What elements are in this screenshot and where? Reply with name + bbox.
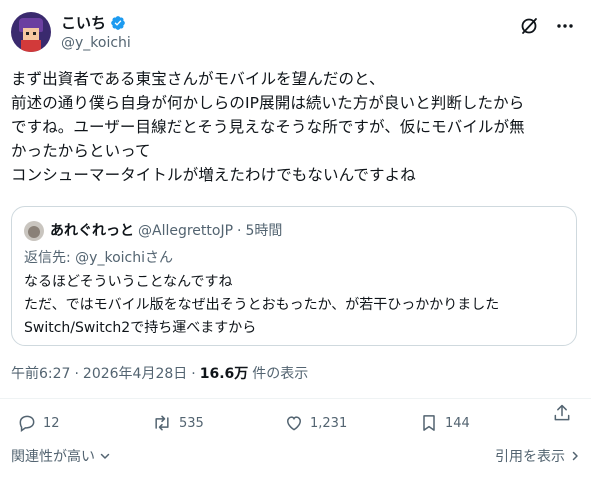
quote-reply-context: 返信先: @y_koichiさん (24, 248, 173, 268)
share-icon (554, 404, 570, 421)
quote-author-name: あれぐれっと (50, 223, 134, 239)
quote-author-handle: @AllegrettoJP (138, 223, 234, 239)
chevron-right-icon (572, 451, 578, 461)
view-count: 16.6万 (199, 366, 249, 382)
share-button[interactable] (552, 403, 572, 423)
avatar-eye (33, 32, 36, 35)
reply-button[interactable]: 12 (17, 413, 60, 433)
quote-reply-suffix: さん (144, 250, 173, 266)
author-display-name[interactable]: こいち (61, 14, 106, 32)
quote-reply-prefix: 返信先: (24, 250, 76, 266)
bookmark-button[interactable]: 144 (419, 413, 470, 433)
author-name-row: こいち (61, 14, 126, 32)
author-handle[interactable]: @y_koichi (61, 34, 131, 52)
bookmark-count: 144 (445, 415, 470, 431)
like-button[interactable]: 1,231 (284, 413, 347, 433)
chevron-down-icon (100, 453, 110, 459)
quote-avatar-figure (28, 226, 40, 238)
view-label: 件の表示 (252, 366, 309, 382)
divider (0, 398, 591, 399)
meta-separator: · (74, 366, 79, 382)
quoted-tweet[interactable]: あれぐれっと @AllegrettoJP · 5時間 返信先: @y_koich… (11, 206, 577, 346)
quote-text: なるほどそういうことなんですね ただ、ではモバイル版をなぜ出そうとおもったか、が… (24, 274, 500, 336)
grok-icon[interactable] (519, 16, 539, 36)
bookmark-icon (423, 415, 435, 431)
like-icon (286, 416, 302, 431)
quote-author-avatar (24, 221, 44, 241)
tweet-meta: 午前6:27 · 2026年4月28日 · 16.6万 件の表示 (11, 364, 308, 384)
replies-footer: 関連性が高い 引用を表示 (11, 446, 581, 468)
meta-separator: · (191, 366, 196, 382)
reply-icon (19, 415, 35, 432)
reply-count: 12 (43, 415, 60, 431)
verified-badge-icon (111, 16, 125, 30)
quote-separator: · (237, 223, 242, 239)
header-actions (519, 16, 575, 36)
sort-dropdown[interactable]: 関連性が高い (11, 446, 111, 466)
avatar-body (21, 40, 41, 52)
tweet-actions: 12 535 1,231 144 (11, 401, 581, 441)
view-quotes-label: 引用を表示 (495, 449, 565, 465)
author-avatar[interactable] (11, 12, 51, 52)
repost-icon (155, 415, 169, 431)
avatar-eye (26, 32, 29, 35)
like-count: 1,231 (310, 415, 348, 431)
repost-count: 535 (179, 415, 204, 431)
quote-header: あれぐれっと @AllegrettoJP · 5時間 (50, 221, 282, 241)
quote-reply-mention: @y_koichi (75, 250, 145, 266)
quote-time: 5時間 (245, 223, 283, 239)
view-quotes-link[interactable]: 引用を表示 (495, 446, 581, 466)
tweet-date[interactable]: 2026年4月28日 (83, 364, 187, 384)
tweet-text: まず出資者である東宝さんがモバイルを望んだのと、 前述の通り僕ら自身が何かしらの… (11, 70, 525, 184)
more-icon[interactable] (555, 16, 575, 36)
sort-label: 関連性が高い (11, 449, 95, 465)
repost-button[interactable]: 535 (151, 413, 204, 433)
tweet-header: こいち @y_koichi (11, 12, 581, 56)
tweet-time[interactable]: 午前6:27 (11, 364, 70, 384)
